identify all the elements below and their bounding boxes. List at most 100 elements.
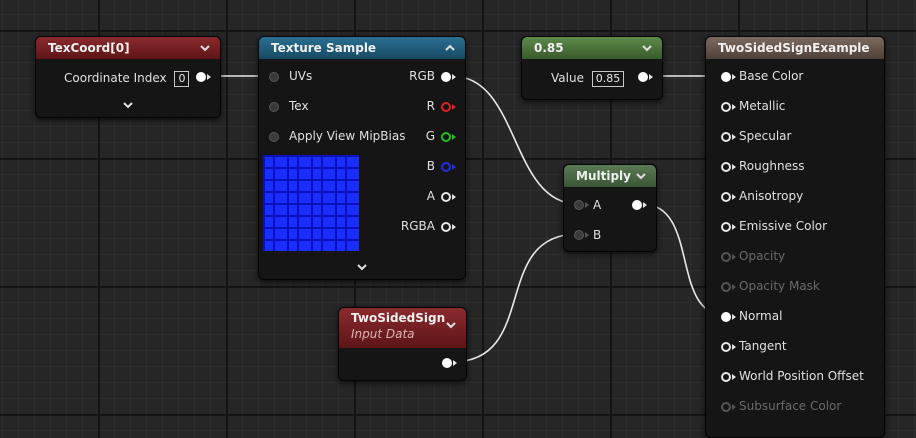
multiply-a-label: A (593, 198, 602, 212)
chevron-down-icon[interactable] (634, 169, 648, 183)
material-input-arrow (732, 344, 736, 350)
b-output-pin[interactable] (441, 162, 451, 172)
twosidedsign-output-arrow (453, 360, 457, 366)
a-output-pin[interactable] (441, 192, 451, 202)
material-input-pin (721, 402, 731, 412)
expand-icon[interactable] (355, 263, 369, 273)
wire-twosided-to-multiply-b (451, 233, 579, 363)
material-input-label: Base Color (739, 69, 804, 83)
constant-node[interactable]: 0.85 Value 0.85 (521, 36, 663, 100)
material-input-pin[interactable] (721, 72, 731, 82)
texcoord-title: TexCoord[0] (48, 41, 130, 55)
material-header[interactable]: TwoSidedSignExample (706, 37, 884, 59)
coordinate-index-label: Coordinate Index (64, 71, 167, 85)
chevron-down-icon[interactable] (198, 41, 212, 55)
uvs-input-pin[interactable] (269, 72, 279, 82)
chevron-down-icon[interactable] (444, 318, 458, 332)
r-label: R (426, 99, 435, 113)
texcoord-header[interactable]: TexCoord[0] (36, 37, 220, 59)
constant-output-arrow (649, 74, 653, 80)
coordinate-index-input[interactable]: 0 (174, 71, 190, 87)
r-output-pin[interactable] (441, 102, 451, 112)
texture-preview (263, 155, 359, 251)
tex-input-pin[interactable] (269, 102, 279, 112)
multiply-header[interactable]: Multiply (564, 165, 656, 187)
texture-sample-header[interactable]: Texture Sample (259, 37, 465, 59)
chevron-down-icon[interactable] (640, 41, 654, 55)
mipbias-input-pin[interactable] (269, 132, 279, 142)
rgb-output-pin[interactable] (441, 72, 451, 82)
mipbias-label: Apply View MipBias (289, 129, 406, 143)
material-input-pin[interactable] (721, 222, 731, 232)
material-input-pin[interactable] (721, 192, 731, 202)
rgba-output-pin[interactable] (441, 222, 451, 232)
multiply-output-arrow (643, 202, 647, 208)
material-input-pin (721, 252, 731, 262)
value-input[interactable]: 0.85 (591, 71, 625, 87)
material-input-pin[interactable] (721, 342, 731, 352)
b-label: B (426, 159, 435, 173)
twosidedsign-node[interactable]: TwoSidedSign Input Data (338, 307, 467, 381)
rgba-output-arrow (452, 224, 456, 230)
multiply-node[interactable]: Multiply A B (563, 164, 657, 252)
value-row: Value 0.85 (551, 71, 625, 87)
texcoord-output-arrow (207, 74, 211, 80)
constant-header[interactable]: 0.85 (522, 37, 662, 59)
material-input-pin[interactable] (721, 102, 731, 112)
g-output-pin[interactable] (441, 132, 451, 142)
material-input-arrow (732, 164, 736, 170)
g-label: G (425, 129, 435, 143)
b-output-arrow (452, 164, 456, 170)
twosidedsign-output-pin[interactable] (442, 358, 452, 368)
material-node[interactable]: TwoSidedSignExample Base Color Metallic Sp… (705, 36, 885, 438)
material-input-arrow (732, 314, 736, 320)
material-input-arrow (732, 104, 736, 110)
multiply-b-label: B (593, 228, 602, 242)
material-input-arrow (732, 194, 736, 200)
material-input-pin[interactable] (721, 162, 731, 172)
material-input-arrow (732, 74, 736, 80)
material-input-label: Metallic (739, 99, 786, 113)
material-input-label: Specular (739, 129, 792, 143)
material-input-label: Roughness (739, 159, 805, 173)
material-input-label: Opacity Mask (739, 279, 820, 293)
material-input-pin[interactable] (721, 312, 731, 322)
tex-label: Tex (289, 99, 309, 113)
material-input-arrow (732, 224, 736, 230)
chevron-up-icon[interactable] (443, 41, 457, 55)
rgba-label: RGBA (400, 219, 435, 233)
multiply-output-pin[interactable] (632, 200, 642, 210)
material-input-arrow (732, 374, 736, 380)
material-input-label: Normal (739, 309, 783, 323)
material-input-arrow (732, 404, 736, 410)
material-input-label: Anisotropy (739, 189, 804, 203)
multiply-b-arrow (585, 232, 589, 238)
constant-title: 0.85 (534, 41, 564, 55)
a-output-arrow (452, 194, 456, 200)
multiply-a-pin[interactable] (574, 200, 584, 210)
texture-sample-title: Texture Sample (271, 41, 377, 55)
rgb-output-arrow (452, 74, 456, 80)
twosidedsign-header[interactable]: TwoSidedSign Input Data (339, 308, 466, 348)
texture-sample-node[interactable]: Texture Sample UVs Tex Apply View MipBia… (258, 36, 466, 280)
texcoord-node[interactable]: TexCoord[0] Coordinate Index 0 (35, 36, 221, 118)
multiply-a-arrow (585, 202, 589, 208)
value-label: Value (551, 71, 584, 85)
uvs-label: UVs (289, 69, 313, 83)
material-input-pin[interactable] (721, 132, 731, 142)
material-input-label: Subsurface Color (739, 399, 842, 413)
material-input-pin[interactable] (721, 372, 731, 382)
multiply-b-pin[interactable] (574, 230, 584, 240)
material-input-label: World Position Offset (739, 369, 864, 383)
material-input-arrow (732, 254, 736, 260)
r-output-arrow (452, 104, 456, 110)
constant-output-pin[interactable] (638, 72, 648, 82)
expand-icon[interactable] (121, 101, 135, 111)
material-input-label: Tangent (739, 339, 787, 353)
material-input-label: Emissive Color (739, 219, 828, 233)
texcoord-output-pin[interactable] (196, 72, 206, 82)
a-label: A (426, 189, 435, 203)
rgb-label: RGB (409, 69, 435, 83)
material-input-label: Opacity (739, 249, 786, 263)
material-input-arrow (732, 134, 736, 140)
